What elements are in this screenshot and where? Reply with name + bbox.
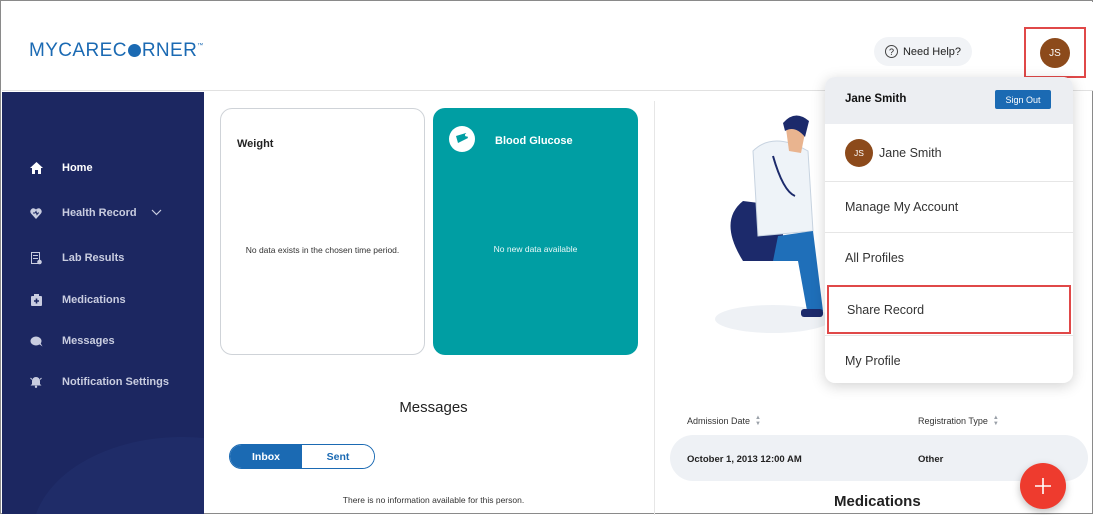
avatar-highlight-box: JS bbox=[1024, 27, 1086, 78]
sidebar-item-home[interactable]: Home bbox=[2, 153, 204, 183]
sidebar-item-lab-results[interactable]: Lab Results bbox=[2, 243, 204, 273]
menu-item-all-profiles[interactable]: All Profiles bbox=[825, 232, 1073, 283]
registration-type-cell: Other bbox=[918, 454, 944, 465]
messages-empty-text: There is no information available for th… bbox=[342, 495, 525, 505]
menu-item-label: Manage My Account bbox=[845, 200, 959, 214]
home-icon bbox=[26, 162, 46, 174]
help-icon: ? bbox=[884, 45, 898, 58]
chat-icon bbox=[26, 336, 46, 347]
app-logo[interactable]: MYCAREC RNER™ bbox=[29, 40, 204, 62]
sidebar-item-label: Health Record bbox=[62, 207, 137, 219]
need-help-label: Need Help? bbox=[902, 45, 962, 58]
sidebar-item-label: Home bbox=[62, 162, 93, 174]
sign-out-button[interactable]: Sign Out bbox=[995, 90, 1051, 109]
logo-text-end: RNER bbox=[141, 40, 198, 61]
glucose-meter-icon bbox=[449, 126, 475, 152]
user-dropdown-menu: Jane Smith Sign Out JS Jane Smith Manage… bbox=[825, 77, 1073, 383]
column-header-label: Registration Type bbox=[918, 416, 988, 426]
messages-title: Messages bbox=[399, 399, 468, 416]
sidebar-item-messages[interactable]: Messages bbox=[2, 326, 204, 356]
weight-card[interactable]: Weight No data exists in the chosen time… bbox=[220, 108, 425, 355]
need-help-button[interactable]: ? Need Help? bbox=[874, 37, 972, 66]
sidebar-item-label: Messages bbox=[62, 335, 115, 347]
sidebar-item-label: Lab Results bbox=[62, 252, 125, 264]
menu-item-label: Share Record bbox=[847, 303, 925, 317]
column-divider bbox=[654, 101, 655, 515]
heart-icon bbox=[26, 207, 46, 219]
column-header-registration-type[interactable]: Registration Type ▲ ▼ bbox=[918, 415, 999, 427]
weight-card-title: Weight bbox=[237, 138, 274, 150]
weight-card-empty-text: No data exists in the chosen time period… bbox=[245, 245, 400, 255]
admission-date-cell: October 1, 2013 12:00 AM bbox=[687, 454, 802, 465]
menu-profile-name: Jane Smith bbox=[879, 145, 942, 160]
medications-title: Medications bbox=[834, 493, 921, 510]
bell-icon bbox=[26, 376, 46, 388]
menu-item-share-record[interactable]: Share Record bbox=[827, 285, 1071, 334]
logo-trademark: ™ bbox=[197, 43, 204, 49]
tab-sent[interactable]: Sent bbox=[302, 445, 374, 468]
messages-tab-toggle: Inbox Sent bbox=[229, 444, 375, 469]
blood-glucose-card-empty-text: No new data available bbox=[493, 244, 578, 254]
logo-text-start: MYCAREC bbox=[29, 40, 127, 61]
medications-icon bbox=[26, 294, 46, 306]
logo-dot bbox=[127, 44, 141, 57]
sidebar-item-medications[interactable]: Medications bbox=[2, 285, 204, 315]
column-header-label: Admission Date bbox=[687, 416, 751, 426]
sort-icon: ▲ ▼ bbox=[992, 415, 999, 427]
chevron-down-icon[interactable] bbox=[151, 207, 162, 219]
menu-item-label: My Profile bbox=[845, 354, 901, 368]
sidebar-item-health-record[interactable]: Health Record bbox=[2, 198, 204, 228]
menu-header: Jane Smith Sign Out bbox=[825, 77, 1073, 124]
menu-item-my-profile[interactable]: My Profile bbox=[825, 335, 1073, 383]
doctor-illustration bbox=[715, 115, 828, 333]
tab-inbox[interactable]: Inbox bbox=[230, 445, 302, 468]
sort-icon: ▲ ▼ bbox=[755, 415, 761, 427]
plus-icon bbox=[1035, 478, 1051, 494]
blood-glucose-card-title: Blood Glucose bbox=[495, 135, 573, 147]
menu-item-manage-account[interactable]: Manage My Account bbox=[825, 181, 1073, 232]
app-window: MYCAREC RNER™ ? Need Help? JS Home Health… bbox=[0, 0, 1093, 515]
menu-item-profile[interactable]: JS Jane Smith bbox=[825, 124, 1073, 181]
user-avatar-button[interactable]: JS bbox=[1040, 38, 1070, 68]
menu-item-label: All Profiles bbox=[845, 251, 905, 265]
avatar: JS bbox=[845, 138, 873, 167]
column-header-admission-date[interactable]: Admission Date ▲ ▼ bbox=[687, 415, 761, 427]
lab-icon bbox=[26, 251, 46, 265]
sidebar-nav: Home Health Record Lab Results Medicatio… bbox=[2, 92, 204, 514]
add-fab-button[interactable] bbox=[1020, 463, 1066, 509]
menu-user-name: Jane Smith bbox=[845, 93, 907, 105]
sidebar-item-label: Notification Settings bbox=[62, 376, 169, 388]
sidebar-item-notification-settings[interactable]: Notification Settings bbox=[2, 367, 204, 397]
blood-glucose-card[interactable]: Blood Glucose No new data available bbox=[433, 108, 638, 355]
sidebar-item-label: Medications bbox=[62, 294, 126, 306]
